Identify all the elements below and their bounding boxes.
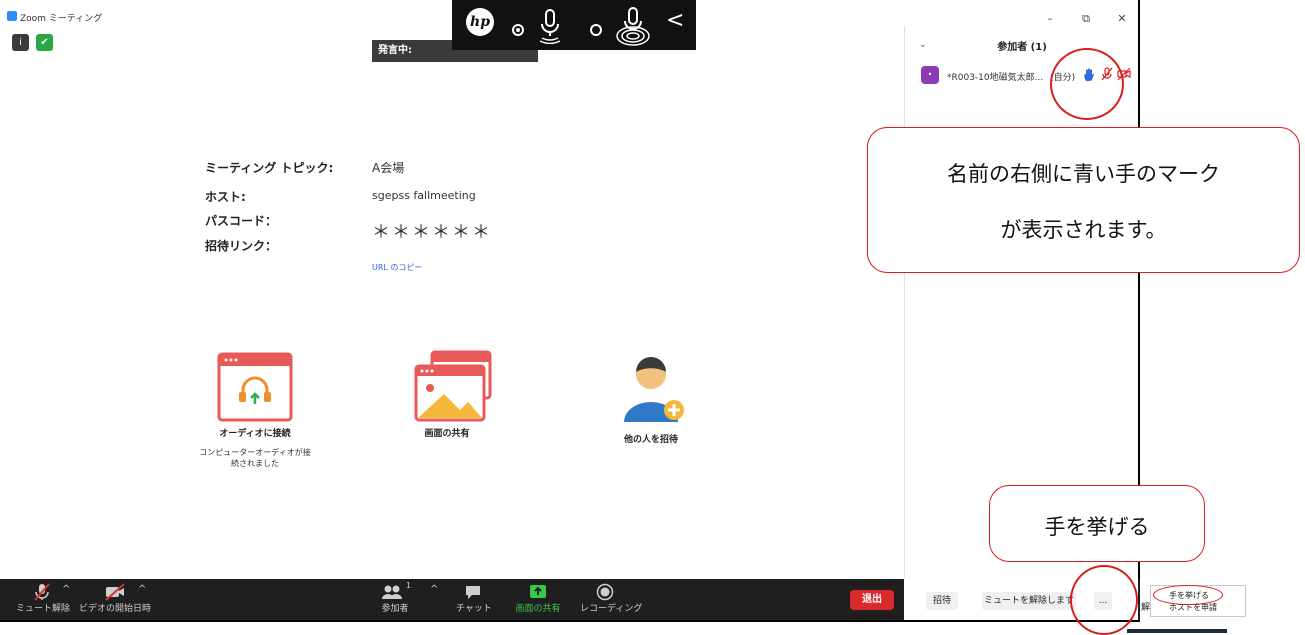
hp-audio-toolbar: hp <: [452, 0, 696, 50]
audio-options-caret[interactable]: ^: [62, 584, 70, 595]
share-screen-icon: [414, 350, 492, 422]
hp-logo-icon: hp: [466, 8, 494, 36]
taskbar-fragment: [1127, 629, 1227, 633]
close-button[interactable]: ✕: [1112, 12, 1132, 25]
highlight-circle-icons: [1050, 48, 1124, 120]
window-title: Zoom ミーティング: [20, 14, 103, 24]
join-audio-label: オーディオに接続: [219, 429, 291, 439]
highlight-circle-raise-hand: [1153, 585, 1223, 605]
chat-icon: [466, 586, 480, 599]
invite-person-icon: [624, 357, 684, 422]
annotation-callout-hand-mark: 名前の右側に青い手のマーク が表示されます。: [867, 127, 1300, 273]
share-screen-arrow-icon: [530, 585, 546, 598]
microphone-icon[interactable]: [538, 8, 562, 44]
participants-header: 参加者 (1): [997, 42, 1047, 53]
avatar: •: [921, 66, 939, 84]
participants-count: 1: [406, 581, 412, 590]
minimize-button[interactable]: –: [1040, 12, 1060, 25]
meeting-info-icon[interactable]: i: [12, 34, 29, 51]
passcode-value: ＊＊＊＊＊＊: [372, 222, 492, 243]
audio-status-line2: 続されました: [231, 459, 279, 468]
share-screen-label: 画面の共有: [424, 429, 470, 439]
collapse-toolbar-button[interactable]: <: [666, 8, 684, 33]
zoom-logo-icon: [7, 11, 17, 21]
recording-button[interactable]: レコーディング: [580, 583, 642, 614]
invite-others-label: 他の人を招待: [623, 435, 678, 445]
callout-raise-hand-text: 手を挙げる: [1044, 515, 1150, 539]
host-label: ホスト:: [205, 190, 246, 204]
leave-meeting-button[interactable]: 退出: [850, 590, 894, 610]
host-value: sgepss fallmeeting: [372, 189, 476, 202]
chat-button[interactable]: チャット: [456, 583, 492, 614]
record-dot-icon[interactable]: [512, 24, 524, 36]
restore-button[interactable]: ⧉: [1076, 12, 1096, 26]
share-screen-button[interactable]: 画面の共有: [512, 583, 564, 614]
truncated-label: 解: [1141, 603, 1151, 613]
muted-mic-icon: [34, 583, 50, 601]
topic-value: A会場: [372, 161, 405, 175]
annotation-callout-raise-hand: 手を挙げる: [989, 485, 1205, 562]
invite-others-action[interactable]: 他の人を招待: [596, 348, 706, 445]
highlight-circle-more-button: [1070, 565, 1138, 635]
video-off-icon: [105, 583, 125, 601]
join-audio-icon: [217, 352, 293, 422]
participants-options-caret[interactable]: ^: [430, 584, 438, 595]
video-options-caret[interactable]: ^: [138, 584, 146, 595]
unmute-button[interactable]: ミュート解除: [16, 583, 70, 614]
security-shield-icon[interactable]: ✔: [36, 34, 53, 51]
callout-line-2: が表示されます。: [1000, 218, 1167, 242]
audio-status-line1: コンピューターオーディオが接: [199, 448, 311, 457]
passcode-label: パスコード：: [205, 214, 278, 228]
unmute-self-button[interactable]: ミュートを解除します: [982, 592, 1076, 610]
share-screen-action[interactable]: 画面の共有: [392, 350, 502, 439]
invite-link-label: 招待リンク：: [205, 239, 278, 253]
callout-line-1: 名前の右側に青い手のマーク: [947, 162, 1220, 186]
record-icon: [596, 583, 614, 601]
copy-url-link[interactable]: URL のコピー: [372, 262, 422, 273]
conference-mic-icon[interactable]: [616, 6, 650, 46]
join-audio-action[interactable]: オーディオに接続 コンピューターオーディオが接 続されました: [195, 352, 315, 469]
mode-ring-icon[interactable]: [590, 24, 602, 36]
topic-label: ミーティング トピック:: [205, 161, 334, 175]
invite-button[interactable]: 招待: [926, 592, 958, 610]
